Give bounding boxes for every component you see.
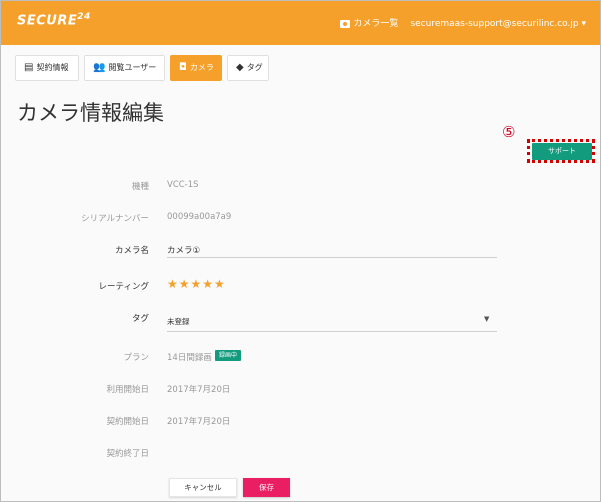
tab-users[interactable]: 👥 閲覧ユーザー — [84, 55, 165, 81]
plan-value: 14日間録画 — [167, 353, 212, 363]
camera-list-link[interactable]: カメラ一覧 — [353, 19, 398, 29]
contract-icon: ▤ — [24, 62, 34, 73]
rating-stars[interactable]: ★★★★★ — [167, 277, 226, 291]
camera-name-input[interactable]: カメラ① — [167, 244, 200, 256]
contract-end-label: 契約終了日 — [106, 449, 149, 459]
contract-start-value: 2017年7月20日 — [167, 417, 231, 427]
tag-label: タグ — [131, 314, 149, 324]
camera-name-underline — [167, 257, 497, 258]
top-right-nav: カメラ一覧 securemaas-support@securilinc.co.jp… — [340, 16, 586, 29]
recording-badge: 録画中 — [215, 350, 241, 361]
tag-select[interactable]: 未登録 — [167, 316, 190, 327]
camera-icon: ◘ — [179, 62, 187, 73]
save-button[interactable]: 保存 — [243, 478, 290, 497]
annotation-number: ⑤ — [502, 123, 516, 141]
serial-label: シリアルナンバー — [81, 214, 149, 224]
camera-name-label: カメラ名 — [114, 246, 149, 256]
camera-icon — [340, 19, 351, 28]
tab-label: 閲覧ユーザー — [108, 63, 157, 72]
tab-tag[interactable]: ◆ タグ — [227, 55, 269, 81]
page-title: カメラ情報編集 — [17, 101, 164, 125]
tab-label: カメラ — [189, 63, 214, 72]
contract-start-label: 契約開始日 — [106, 417, 149, 427]
tab-contract[interactable]: ▤ 契約情報 — [15, 55, 79, 81]
model-value: VCC-1S — [167, 180, 199, 190]
support-button[interactable]: サポート — [532, 143, 592, 160]
usage-start-value: 2017年7月20日 — [167, 385, 231, 395]
serial-value: 00099a00a7a9 — [167, 212, 232, 222]
plan-label: プラン — [123, 353, 149, 363]
users-icon: 👥 — [93, 62, 106, 73]
tag-underline — [167, 331, 497, 332]
logo-sup: 24 — [77, 12, 91, 22]
tag-icon: ◆ — [236, 62, 244, 73]
cancel-button[interactable]: キャンセル — [169, 478, 237, 497]
rating-label: レーティング — [98, 282, 150, 292]
chevron-down-icon: ▾ — [578, 19, 586, 29]
tab-label: タグ — [246, 63, 263, 72]
usage-start-label: 利用開始日 — [106, 385, 149, 395]
logo-text: SECURE — [17, 13, 78, 29]
logo[interactable]: SECURE24 — [17, 12, 91, 28]
top-bar: SECURE24 カメラ一覧 securemaas-support@securil… — [1, 1, 600, 45]
tab-label: 契約情報 — [36, 63, 69, 72]
user-menu[interactable]: securemaas-support@securilinc.co.jp — [410, 19, 578, 29]
model-label: 機種 — [131, 182, 149, 192]
dropdown-arrow-icon[interactable]: ▼ — [484, 315, 489, 323]
app-frame: SECURE24 カメラ一覧 securemaas-support@securil… — [0, 0, 601, 502]
tab-camera[interactable]: ◘ カメラ — [170, 55, 222, 81]
